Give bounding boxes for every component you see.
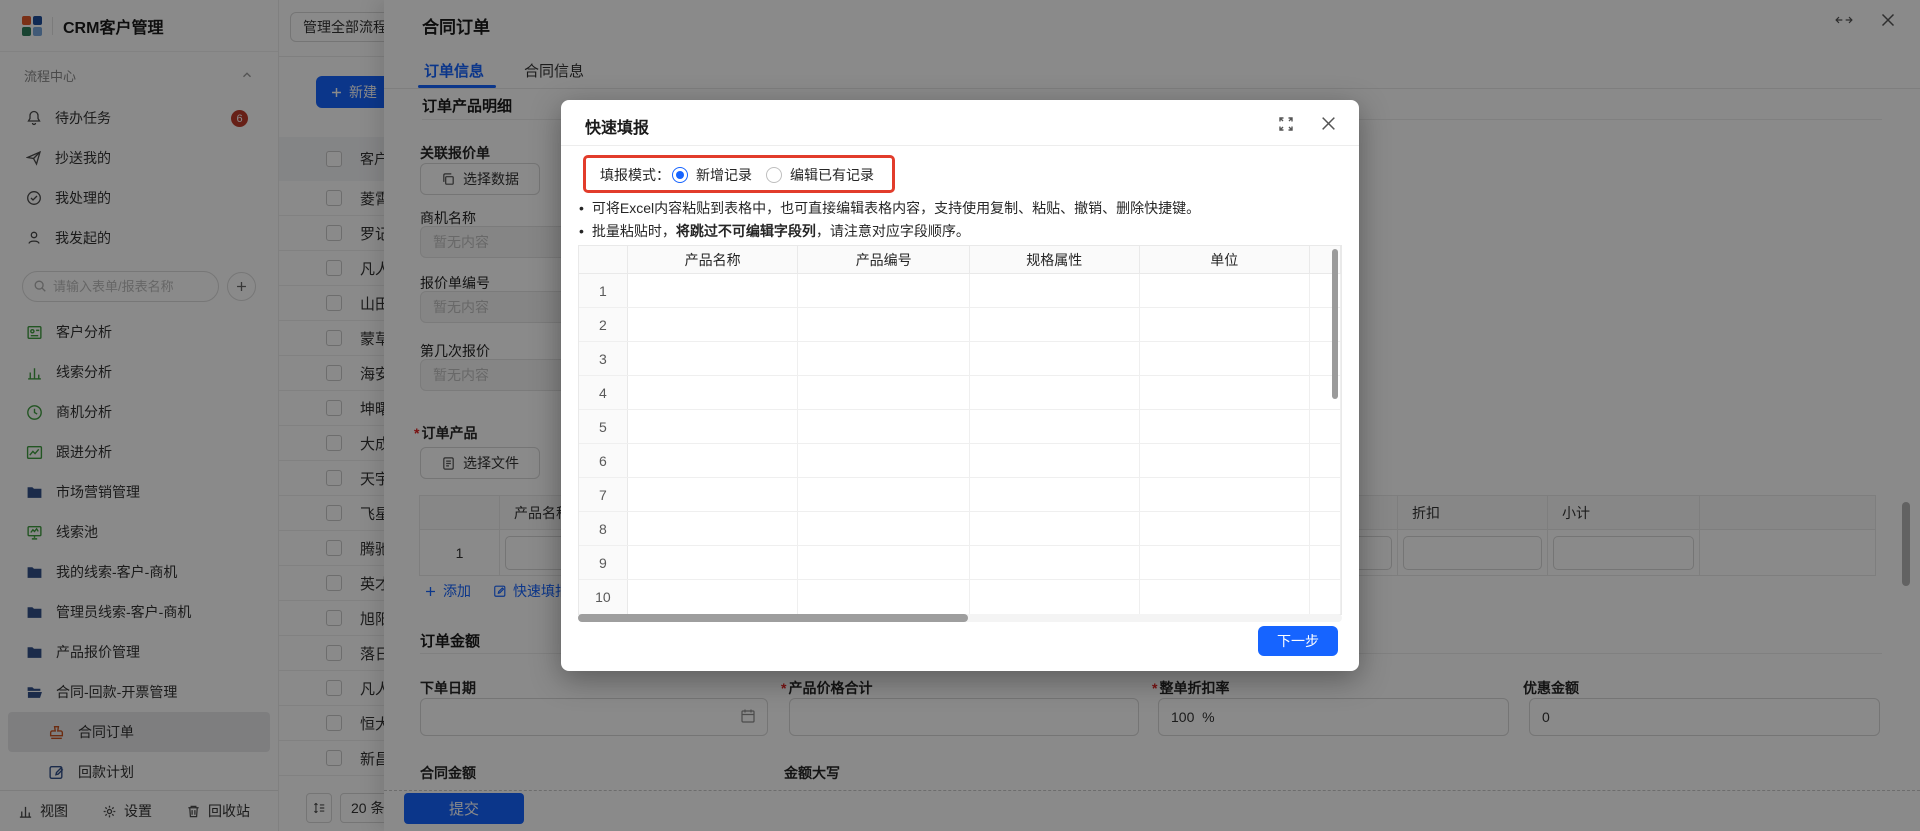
grid-cell[interactable] (970, 274, 1140, 307)
grid-cell[interactable] (1140, 376, 1311, 409)
grid-row: 1 (579, 274, 1341, 308)
grid-cell[interactable] (798, 478, 970, 511)
row-number: 5 (579, 410, 628, 443)
row-number: 3 (579, 342, 628, 375)
grid-horizontal-scrollbar-thumb[interactable] (578, 614, 968, 622)
tip-batch-paste: 批量粘贴时，将跳过不可编辑字段列，请注意对应字段顺序。 (579, 222, 970, 241)
col-unit: 单位 (1140, 246, 1311, 273)
grid-cell[interactable] (1310, 580, 1341, 614)
grid-cell[interactable] (628, 274, 799, 307)
grid-cell[interactable] (798, 376, 970, 409)
row-number: 2 (579, 308, 628, 341)
grid-cell[interactable] (628, 478, 799, 511)
grid-row: 9 (579, 546, 1341, 580)
quick-fill-grid: 产品名称 产品编号 规格属性 单位 1 2 3 4 5 6 7 8 9 10 (578, 245, 1342, 615)
grid-cell[interactable] (628, 512, 799, 545)
grid-cell[interactable] (798, 410, 970, 443)
row-number: 1 (579, 274, 628, 307)
grid-cell[interactable] (1140, 342, 1311, 375)
grid-horizontal-scrollbar (578, 614, 1342, 622)
grid-cell[interactable] (1140, 444, 1311, 477)
row-number: 7 (579, 478, 628, 511)
tip-paste-excel: 可将Excel内容粘贴到表格中，也可直接编辑表格内容，支持使用复制、粘贴、撤销、… (579, 199, 1200, 218)
row-number: 6 (579, 444, 628, 477)
row-number: 4 (579, 376, 628, 409)
grid-cell[interactable] (798, 342, 970, 375)
grid-cell[interactable] (1310, 410, 1341, 443)
grid-cell[interactable] (970, 342, 1140, 375)
grid-cell[interactable] (1310, 512, 1341, 545)
grid-row: 3 (579, 342, 1341, 376)
grid-cell[interactable] (798, 274, 970, 307)
fill-mode-row: 填报模式： 新增记录 编辑已有记录 (600, 163, 874, 187)
radio-edit-existing-label[interactable]: 编辑已有记录 (790, 165, 874, 185)
row-number: 10 (579, 580, 628, 614)
grid-cell[interactable] (970, 376, 1140, 409)
grid-cell[interactable] (798, 512, 970, 545)
grid-row: 2 (579, 308, 1341, 342)
grid-cell[interactable] (628, 342, 799, 375)
col-product-no: 产品编号 (798, 246, 970, 273)
grid-cell[interactable] (970, 308, 1140, 341)
grid-cell[interactable] (798, 580, 970, 614)
modal-title: 快速填报 (585, 114, 649, 138)
grid-row: 5 (579, 410, 1341, 444)
divider (561, 145, 1359, 146)
grid-cell[interactable] (628, 580, 799, 614)
grid-cell[interactable] (798, 308, 970, 341)
grid-cell[interactable] (1310, 546, 1341, 579)
fullscreen-icon[interactable] (1278, 116, 1294, 132)
tip-text: 可将Excel内容粘贴到表格中，也可直接编辑表格内容，支持使用复制、粘贴、撤销、… (592, 200, 1200, 216)
grid-cell[interactable] (628, 410, 799, 443)
grid-cell[interactable] (628, 546, 799, 579)
grid-cell[interactable] (970, 478, 1140, 511)
grid-cell[interactable] (628, 444, 799, 477)
grid-row: 4 (579, 376, 1341, 410)
grid-row: 7 (579, 478, 1341, 512)
grid-cell[interactable] (970, 512, 1140, 545)
grid-cell[interactable] (1140, 580, 1311, 614)
grid-row: 6 (579, 444, 1341, 478)
tip-text-bold: 将跳过不可编辑字段列 (676, 223, 816, 239)
grid-cell[interactable] (970, 580, 1140, 614)
tip-text: ，请注意对应字段顺序。 (816, 223, 970, 239)
grid-cell[interactable] (1140, 478, 1311, 511)
close-icon[interactable] (1320, 115, 1337, 132)
grid-cell[interactable] (1140, 512, 1311, 545)
col-spec: 规格属性 (970, 246, 1140, 273)
grid-header: 产品名称 产品编号 规格属性 单位 (579, 246, 1341, 274)
grid-cell[interactable] (628, 308, 799, 341)
grid-row: 10 (579, 580, 1341, 614)
corner-cell (579, 246, 628, 273)
grid-cell[interactable] (1310, 444, 1341, 477)
quick-fill-modal: 快速填报 填报模式： 新增记录 编辑已有记录 可将Excel内容粘贴到表格中，也… (561, 100, 1359, 671)
tip-text: 批量粘贴时， (592, 223, 676, 239)
grid-cell[interactable] (970, 410, 1140, 443)
col-product-name: 产品名称 (628, 246, 799, 273)
radio-edit-existing[interactable] (766, 167, 782, 183)
row-number: 9 (579, 546, 628, 579)
fill-mode-label: 填报模式： (600, 165, 670, 185)
grid-vertical-scrollbar-thumb[interactable] (1332, 249, 1338, 399)
grid-cell[interactable] (1140, 410, 1311, 443)
next-step-button[interactable]: 下一步 (1258, 626, 1338, 656)
grid-cell[interactable] (1140, 546, 1311, 579)
grid-cell[interactable] (628, 376, 799, 409)
grid-cell[interactable] (970, 444, 1140, 477)
row-number: 8 (579, 512, 628, 545)
grid-cell[interactable] (1310, 478, 1341, 511)
radio-new-record[interactable] (672, 167, 688, 183)
screen: CRM客户管理 流程中心 待办任务 6 抄送我的 我处理的 我发起的 (0, 0, 1920, 831)
grid-cell[interactable] (1140, 308, 1311, 341)
radio-new-record-label[interactable]: 新增记录 (696, 165, 752, 185)
grid-cell[interactable] (970, 546, 1140, 579)
grid-row: 8 (579, 512, 1341, 546)
grid-cell[interactable] (1140, 274, 1311, 307)
modal-header-icons (1278, 115, 1337, 132)
grid-cell[interactable] (798, 546, 970, 579)
grid-cell[interactable] (798, 444, 970, 477)
